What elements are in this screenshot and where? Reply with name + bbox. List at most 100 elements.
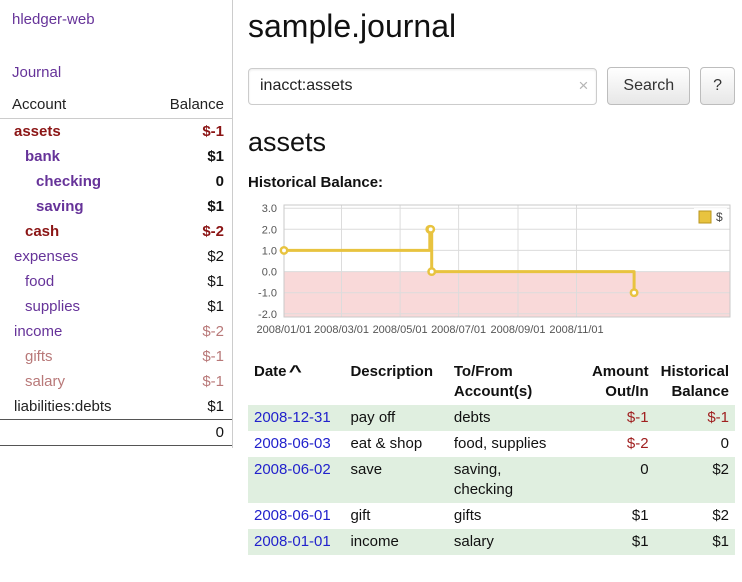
transaction-date-link[interactable]: 2008-01-01	[254, 533, 331, 550]
register-row: 2008-06-02savesaving, checking0$2	[248, 457, 735, 503]
account-row: saving $1	[0, 194, 232, 219]
account-link[interactable]: expenses	[14, 248, 78, 265]
account-link[interactable]: bank	[25, 148, 60, 165]
x-tick-label: 2008/11/01	[549, 324, 603, 336]
account-row: bank $1	[0, 144, 232, 169]
search-input[interactable]	[248, 68, 597, 105]
register-date-cell: 2008-06-01	[248, 503, 344, 529]
register-amount: 0	[579, 457, 655, 503]
register-balance: $2	[655, 503, 735, 529]
y-tick-label: 0.0	[262, 267, 277, 279]
account-balance: $-1	[143, 119, 232, 145]
clear-search-icon[interactable]: ×	[578, 76, 588, 96]
accounts-total-row: 0	[0, 420, 232, 446]
accounts-total-balance: 0	[143, 420, 232, 446]
account-heading: assets	[248, 127, 735, 158]
register-body: 2008-12-31pay offdebts$-1$-12008-06-03ea…	[248, 405, 735, 555]
register-date-cell: 2008-01-01	[248, 529, 344, 555]
x-tick-label: 2008/01/01	[256, 324, 311, 336]
account-row: liabilities:debts $1	[0, 394, 232, 420]
register-header-description: Description	[344, 359, 447, 405]
register-balance: $2	[655, 457, 735, 503]
register-date-cell: 2008-06-02	[248, 457, 344, 503]
account-row: expenses $2	[0, 244, 232, 269]
data-point-marker	[429, 268, 435, 274]
register-row: 2008-06-03eat & shopfood, supplies$-20	[248, 431, 735, 457]
account-row: assets $-1	[0, 119, 232, 145]
transaction-date-link[interactable]: 2008-06-02	[254, 461, 331, 478]
account-balance: $1	[143, 194, 232, 219]
x-tick-label: 2008/05/01	[373, 324, 428, 336]
register-date-cell: 2008-12-31	[248, 405, 344, 431]
register-description: eat & shop	[344, 431, 447, 457]
register-row: 2008-12-31pay offdebts$-1$-1	[248, 405, 735, 431]
search-help-button[interactable]: ?	[700, 67, 735, 105]
historical-balance-chart: 3.02.01.00.0-1.0-2.02008/01/012008/03/01…	[248, 197, 740, 347]
account-balance: $2	[143, 244, 232, 269]
search-button[interactable]: Search	[607, 67, 690, 105]
transaction-date-link[interactable]: 2008-12-31	[254, 409, 331, 426]
x-tick-label: 2008/07/01	[431, 324, 486, 336]
account-link[interactable]: gifts	[25, 348, 53, 365]
account-row: salary $-1	[0, 369, 232, 394]
register-header-date[interactable]: Date^	[248, 359, 344, 405]
account-link[interactable]: cash	[25, 223, 59, 240]
account-link[interactable]: income	[14, 323, 62, 340]
register-balance: 0	[655, 431, 735, 457]
x-tick-label: 2008/09/01	[490, 324, 545, 336]
transaction-date-link[interactable]: 2008-06-01	[254, 507, 331, 524]
transaction-date-link[interactable]: 2008-06-03	[254, 435, 331, 452]
accounts-header-balance: Balance	[143, 93, 232, 119]
register-accounts: salary	[448, 529, 579, 555]
register-row: 2008-01-01incomesalary$1$1	[248, 529, 735, 555]
account-link[interactable]: liabilities:debts	[14, 398, 112, 415]
account-balance: $-1	[143, 344, 232, 369]
search-form: × Search ?	[248, 67, 735, 105]
accounts-body: assets$-1bank$1checking0saving$1cash$-2e…	[0, 119, 232, 420]
register-balance: $1	[655, 529, 735, 555]
register-balance: $-1	[655, 405, 735, 431]
account-link[interactable]: supplies	[25, 298, 80, 315]
register-description: pay off	[344, 405, 447, 431]
sort-ascending-icon: ^	[288, 361, 301, 383]
app-title-link[interactable]: hledger-web	[0, 0, 232, 28]
y-tick-label: 3.0	[262, 203, 277, 215]
account-link[interactable]: assets	[14, 123, 61, 140]
accounts-table: Account Balance assets$-1bank$1checking0…	[0, 93, 232, 446]
account-row: cash $-2	[0, 219, 232, 244]
account-link[interactable]: checking	[36, 173, 101, 190]
account-balance: $1	[143, 394, 232, 420]
account-balance: 0	[143, 169, 232, 194]
account-link[interactable]: salary	[25, 373, 65, 390]
register-description: save	[344, 457, 447, 503]
data-point-marker	[281, 247, 287, 253]
account-balance: $1	[143, 269, 232, 294]
account-link[interactable]: food	[25, 273, 54, 290]
register-amount: $1	[579, 503, 655, 529]
register-header-balance: Historical Balance	[655, 359, 735, 405]
y-tick-label: 2.0	[262, 224, 277, 236]
account-balance: $1	[143, 144, 232, 169]
register-header-row: Date^ Description To/From Account(s) Amo…	[248, 359, 735, 405]
data-point-marker	[631, 290, 637, 296]
account-balance: $-2	[143, 219, 232, 244]
account-row: checking 0	[0, 169, 232, 194]
register-accounts: debts	[448, 405, 579, 431]
legend-swatch	[699, 211, 711, 223]
account-balance: $-1	[143, 369, 232, 394]
account-link[interactable]: saving	[36, 198, 84, 215]
register-amount: $1	[579, 529, 655, 555]
register-description: income	[344, 529, 447, 555]
negative-region-fill	[284, 272, 730, 317]
sidebar-item-journal[interactable]: Journal	[12, 64, 218, 81]
y-tick-label: -1.0	[258, 288, 277, 300]
y-tick-label: 1.0	[262, 245, 277, 257]
chart-title: Historical Balance:	[248, 174, 735, 191]
x-tick-label: 2008/03/01	[314, 324, 369, 336]
register-accounts: gifts	[448, 503, 579, 529]
account-row: food $1	[0, 269, 232, 294]
data-point-marker	[428, 226, 434, 232]
account-row: income$-2	[0, 319, 232, 344]
register-description: gift	[344, 503, 447, 529]
register-table: Date^ Description To/From Account(s) Amo…	[248, 359, 735, 555]
